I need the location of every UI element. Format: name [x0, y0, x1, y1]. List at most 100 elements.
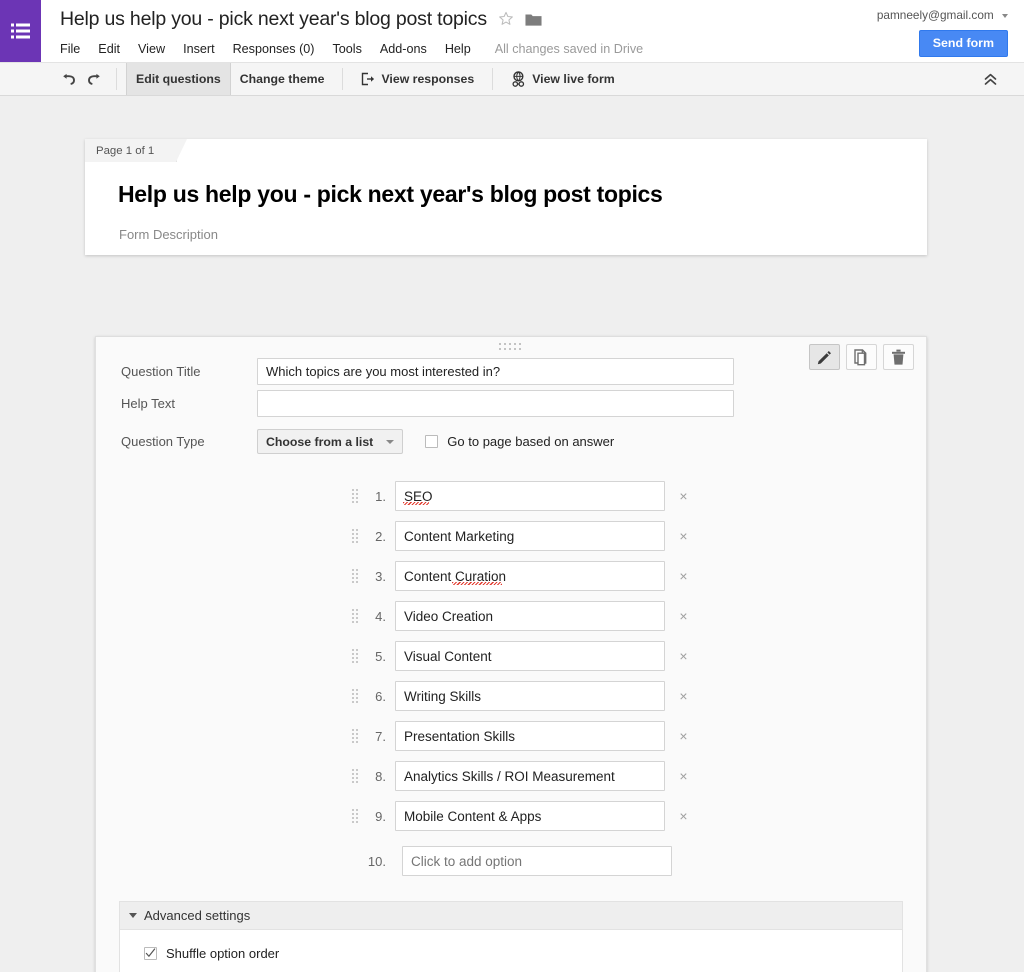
tab-edit-questions[interactable]: Edit questions	[126, 63, 231, 95]
menu-item-addons[interactable]: Add-ons	[380, 42, 427, 56]
undo-icon	[62, 73, 75, 85]
option-input-wrap	[395, 681, 665, 711]
page-tab[interactable]: Page 1 of 1	[85, 139, 188, 162]
option-input[interactable]	[395, 761, 665, 791]
send-form-button[interactable]: Send form	[918, 30, 1008, 58]
drag-dots-icon	[351, 769, 358, 783]
folder-icon[interactable]	[525, 12, 542, 27]
question-action-buttons	[809, 344, 914, 370]
sheet-title[interactable]: Help us help you - pick next year's blog…	[118, 181, 927, 208]
option-input-wrap	[395, 641, 665, 671]
tab-view-responses[interactable]: View responses	[352, 63, 483, 95]
add-option-number: 10.	[367, 853, 386, 869]
option-drag-handle[interactable]	[348, 489, 362, 503]
remove-option-button[interactable]: ×	[677, 609, 690, 623]
delete-question-button[interactable]	[883, 344, 914, 370]
remove-option-button[interactable]: ×	[677, 649, 690, 663]
menu-item-insert[interactable]: Insert	[183, 42, 215, 56]
question-type-label: Question Type	[121, 434, 205, 449]
option-input[interactable]	[395, 521, 665, 551]
page-tab-label: Page 1 of 1	[96, 144, 155, 157]
form-title[interactable]: Help us help you - pick next year's blog…	[60, 8, 487, 31]
title-row: Help us help you - pick next year's blog…	[60, 6, 877, 32]
menu-item-tools[interactable]: Tools	[332, 42, 361, 56]
toolbar-divider-3	[492, 68, 494, 90]
app-bar-main: Help us help you - pick next year's blog…	[41, 0, 877, 58]
remove-option-button[interactable]: ×	[677, 489, 690, 503]
option-drag-handle[interactable]	[348, 529, 362, 543]
goto-page-checkbox[interactable]	[425, 435, 439, 448]
option-drag-handle[interactable]	[348, 609, 362, 623]
sheet-description-placeholder[interactable]: Form Description	[118, 227, 927, 255]
redo-button[interactable]	[81, 63, 107, 95]
question-type-select[interactable]: Choose from a list	[257, 429, 404, 454]
double-chevron-up-icon	[984, 73, 997, 85]
add-option-input-wrap	[402, 846, 672, 876]
option-input[interactable]	[395, 601, 665, 631]
option-input[interactable]	[395, 681, 665, 711]
option-drag-handle[interactable]	[348, 769, 362, 783]
option-number: 6.	[375, 688, 386, 704]
edit-question-button[interactable]	[809, 344, 840, 370]
duplicate-question-button[interactable]	[846, 344, 877, 370]
remove-option-button[interactable]: ×	[677, 529, 690, 543]
option-number: 4.	[375, 608, 386, 624]
option-input[interactable]	[395, 641, 665, 671]
drag-dots-icon	[351, 809, 358, 823]
forms-logo-tile[interactable]	[0, 0, 41, 62]
tab-change-theme-label: Change theme	[239, 72, 325, 86]
menu-item-edit[interactable]: Edit	[98, 42, 120, 56]
remove-option-button[interactable]: ×	[677, 809, 690, 823]
remove-option-button[interactable]: ×	[677, 729, 690, 743]
help-text-input[interactable]	[257, 390, 734, 417]
option-input-wrap	[395, 601, 665, 631]
question-title-input[interactable]	[257, 358, 734, 385]
tab-view-live-form[interactable]: View live form	[502, 63, 623, 95]
remove-option-button[interactable]: ×	[677, 769, 690, 783]
option-drag-handle[interactable]	[348, 569, 362, 583]
goto-page-label: Go to page based on answer	[447, 434, 615, 449]
option-row: 5. ×	[96, 636, 926, 676]
shuffle-option-order-checkbox[interactable]	[144, 947, 157, 960]
option-drag-handle[interactable]	[348, 689, 362, 703]
option-number: 9.	[375, 808, 386, 824]
chevron-down-icon	[1002, 13, 1008, 18]
option-input[interactable]	[395, 561, 665, 591]
drag-dots-icon	[351, 489, 358, 503]
option-input[interactable]	[395, 721, 665, 751]
caret-down-icon	[129, 913, 137, 918]
add-option-row[interactable]: 10.	[96, 841, 926, 881]
form-canvas: Page 1 of 1 Help us help you - pick next…	[0, 96, 1024, 972]
menu-item-view[interactable]: View	[138, 42, 165, 56]
option-input[interactable]	[395, 801, 665, 831]
sheet-header: Help us help you - pick next year's blog…	[85, 162, 927, 255]
tab-change-theme[interactable]: Change theme	[231, 63, 334, 95]
advanced-settings-header[interactable]: Advanced settings	[119, 901, 903, 930]
option-row: 1. ×	[96, 476, 926, 516]
menu-item-help[interactable]: Help	[445, 42, 471, 56]
option-drag-handle[interactable]	[348, 729, 362, 743]
form-sheet: Page 1 of 1 Help us help you - pick next…	[85, 139, 927, 255]
editor-toolbar: Edit questions Change theme View respons…	[0, 62, 1024, 96]
remove-option-button[interactable]: ×	[677, 569, 690, 583]
collapse-toolbar-button[interactable]	[983, 63, 998, 95]
help-text-label: Help Text	[121, 396, 175, 411]
menu-item-responses[interactable]: Responses (0)	[233, 42, 315, 56]
app-bar: Help us help you - pick next year's blog…	[0, 0, 1024, 62]
link-globe-icon	[511, 71, 526, 87]
option-row: 3. ×	[96, 556, 926, 596]
star-outline-icon[interactable]	[498, 11, 514, 27]
option-drag-handle[interactable]	[348, 649, 362, 663]
menu-item-file[interactable]: File	[60, 42, 80, 56]
option-row: 8. ×	[96, 756, 926, 796]
shuffle-option-order-label: Shuffle option order	[166, 946, 280, 961]
option-number: 3.	[375, 568, 386, 584]
account-menu[interactable]: pamneely@gmail.com	[877, 8, 1008, 22]
option-drag-handle[interactable]	[348, 809, 362, 823]
add-option-input[interactable]	[402, 846, 672, 876]
option-input[interactable]	[395, 481, 665, 511]
undo-button[interactable]	[55, 63, 81, 95]
question-drag-handle[interactable]	[96, 337, 926, 353]
remove-option-button[interactable]: ×	[677, 689, 690, 703]
option-input-wrap	[395, 561, 665, 591]
